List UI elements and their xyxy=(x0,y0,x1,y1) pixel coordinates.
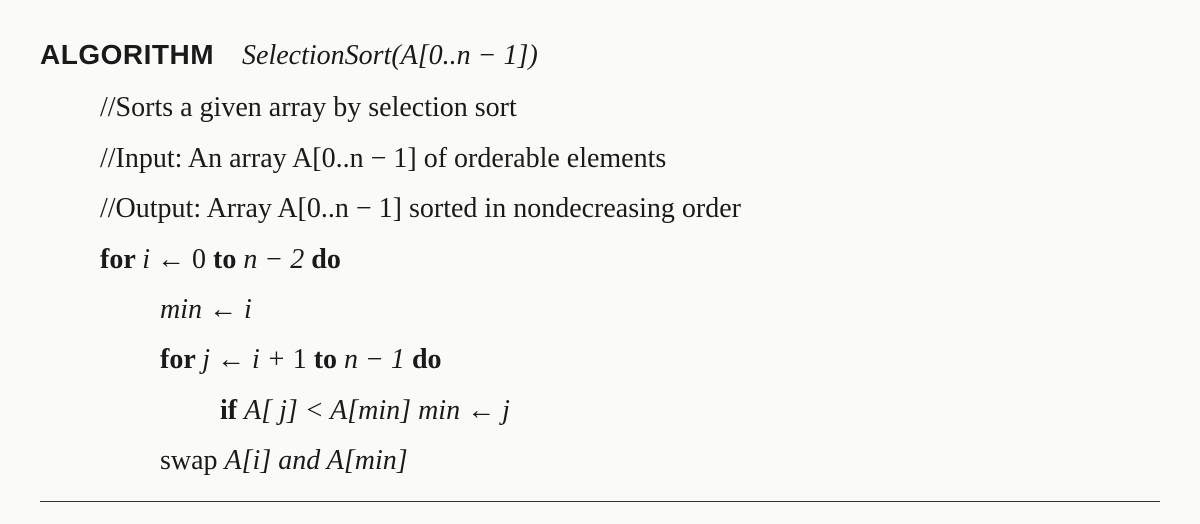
kw-do: do xyxy=(311,244,341,275)
outer-for-line: for i ← 0 to n − 2 do xyxy=(40,235,1160,285)
min-assignment: min ← i xyxy=(40,285,1160,335)
if-cond: A[ j] < A[min] min ← j xyxy=(244,395,510,426)
outer-for-end: n − 2 xyxy=(243,244,311,275)
algorithm-keyword: ALGORITHM xyxy=(40,39,214,70)
outer-for-start: 0 xyxy=(192,244,213,275)
kw-to: to xyxy=(213,244,243,275)
comment-output: //Output: Array A[0..n − 1] sorted in no… xyxy=(40,184,1160,234)
algorithm-header: ALGORITHM SelectionSort(A[0..n − 1]) xyxy=(40,30,1160,81)
kw-to-inner: to xyxy=(314,344,344,375)
outer-for-var: i ← xyxy=(142,244,192,275)
comment-input: //Input: An array A[0..n − 1] of orderab… xyxy=(40,134,1160,184)
kw-do-inner: do xyxy=(412,344,442,375)
inner-for-line: for j ← i + 1 to n − 1 do xyxy=(40,335,1160,385)
kw-for-inner: for xyxy=(160,344,202,375)
swap-line: swap A[i] and A[min] xyxy=(40,436,1160,486)
if-line: if A[ j] < A[min] min ← j xyxy=(40,386,1160,436)
inner-for-end: n − 1 xyxy=(344,344,412,375)
min-assign-text: min ← i xyxy=(160,294,252,325)
inner-for-var: j ← i + xyxy=(202,344,292,375)
kw-for: for xyxy=(100,244,142,275)
kw-if: if xyxy=(220,395,244,426)
algorithm-name: SelectionSort xyxy=(242,40,391,71)
swap-word: swap xyxy=(160,445,225,476)
bottom-rule xyxy=(40,501,1160,502)
comment-description: //Sorts a given array by selection sort xyxy=(40,83,1160,133)
algorithm-arg: (A[0..n − 1]) xyxy=(391,40,537,71)
comment-output-text: //Output: Array A[0..n − 1] sorted in no… xyxy=(100,193,741,224)
inner-for-start: 1 xyxy=(293,344,314,375)
comment-input-text: //Input: An array A[0..n − 1] of orderab… xyxy=(100,143,666,174)
swap-expr: A[i] and A[min] xyxy=(225,445,408,476)
